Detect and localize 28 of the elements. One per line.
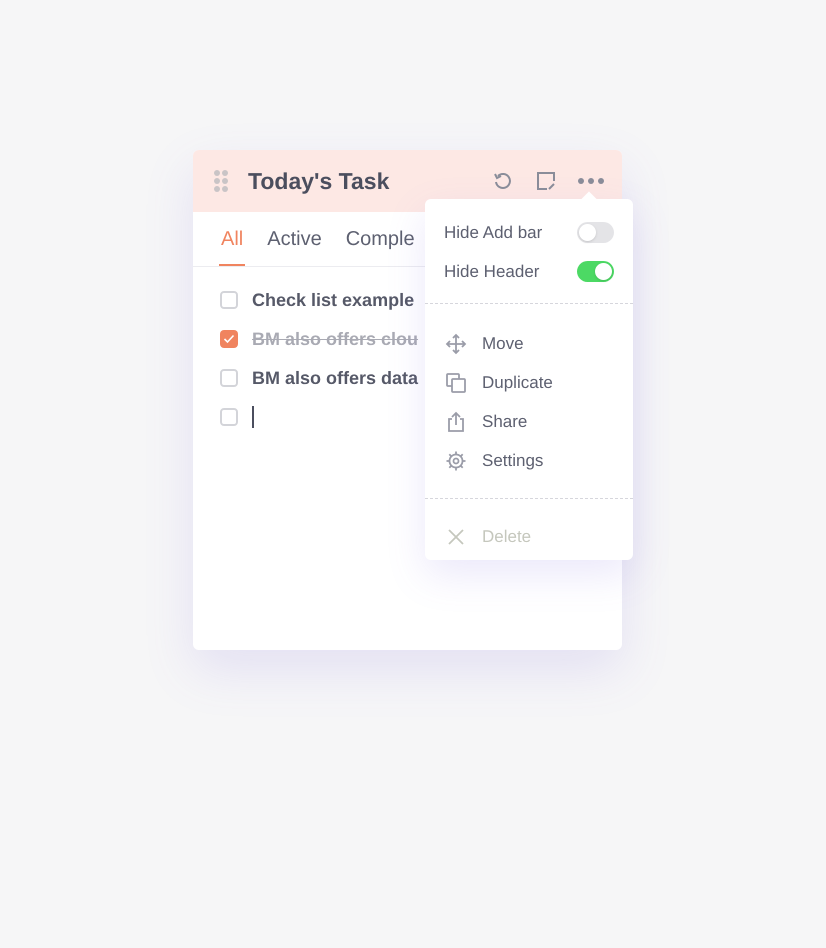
toggle-switch[interactable] (577, 261, 614, 282)
menu-item[interactable]: Settings (425, 441, 633, 480)
text-cursor[interactable] (252, 406, 254, 428)
note-icon[interactable] (536, 171, 556, 191)
menu-item[interactable]: Move (425, 324, 633, 363)
check-icon (223, 334, 235, 344)
checkbox[interactable] (220, 330, 238, 348)
tab[interactable]: Active (265, 212, 324, 266)
drag-handle-icon[interactable] (213, 169, 229, 193)
toggle-switch[interactable] (577, 222, 614, 243)
more-icon[interactable] (578, 178, 604, 184)
card-title: Today's Task (248, 166, 390, 196)
settings-icon (445, 450, 467, 472)
checkbox[interactable] (220, 369, 238, 387)
checkbox[interactable] (220, 408, 238, 426)
checkbox[interactable] (220, 291, 238, 309)
refresh-icon[interactable] (492, 170, 514, 192)
task-text: Check list example (252, 288, 414, 312)
task-text: BM also offers clou (252, 328, 418, 350)
copy-icon (445, 372, 467, 394)
share-icon (445, 410, 467, 432)
tab[interactable]: Comple (344, 212, 417, 266)
move-arrows-icon (445, 332, 467, 354)
task-text: BM also offers data (252, 366, 418, 390)
toggle-label: Hide Add bar (444, 222, 542, 244)
menu-item[interactable]: Duplicate (425, 363, 633, 402)
menu-item[interactable]: Share (425, 402, 633, 441)
toggle-label: Hide Header (444, 260, 540, 283)
